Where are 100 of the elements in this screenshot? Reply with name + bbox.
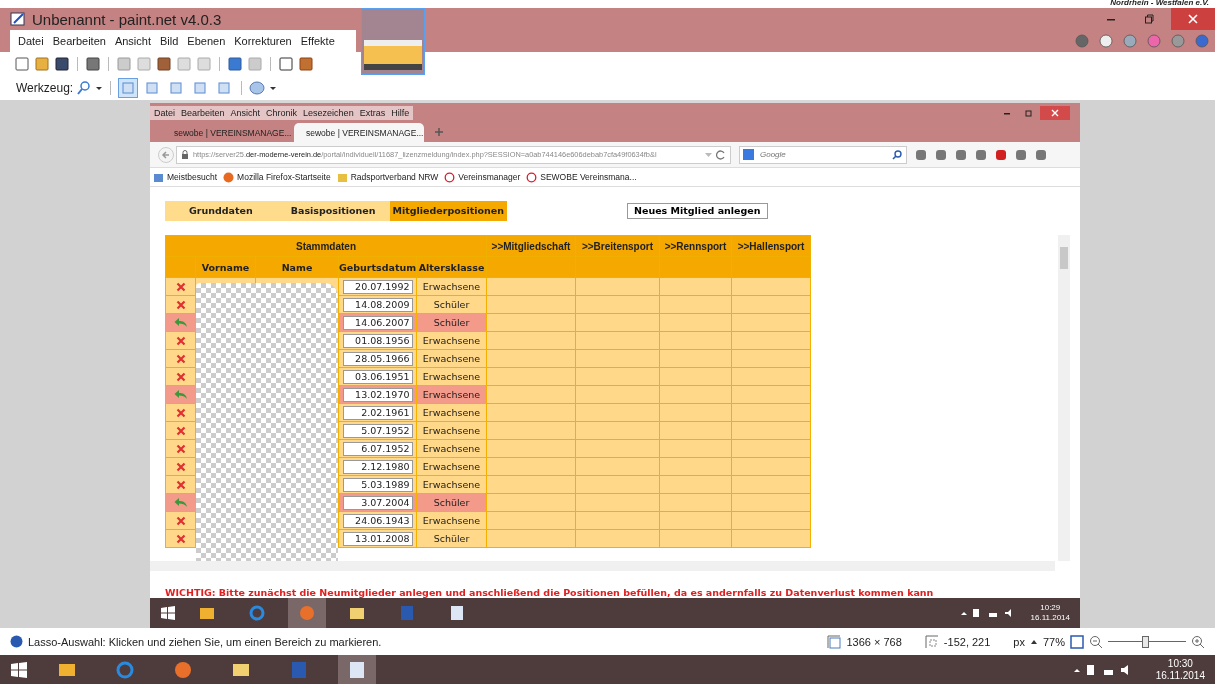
menu-item[interactable]: Lesezeichen <box>303 108 354 118</box>
bookmark-item[interactable]: Mozilla Firefox-Startseite <box>223 171 331 183</box>
birthdate-field[interactable]: 01.08.1956 <box>342 333 413 348</box>
menu-item[interactable]: Datei <box>18 35 44 47</box>
menu-item[interactable]: Extras <box>359 108 386 118</box>
birthdate-field[interactable]: 13.01.2008 <box>342 531 413 546</box>
lock-icon <box>181 150 189 159</box>
taskbar-app[interactable] <box>338 655 376 684</box>
section-header[interactable]: >>Breitensport <box>575 235 660 257</box>
close-button[interactable] <box>1040 106 1070 120</box>
image-thumbnail[interactable] <box>361 8 425 75</box>
section-header[interactable]: >>Rennsport <box>659 235 732 257</box>
zoom-out-icon[interactable] <box>1089 634 1103 649</box>
bookmark-item[interactable]: Vereinsmanager <box>444 171 521 183</box>
bookmark-item[interactable]: Meistbesucht <box>153 171 218 183</box>
selection-mode-button[interactable] <box>118 77 139 98</box>
horizontal-scrollbar[interactable] <box>150 561 1055 571</box>
birthdate-field[interactable]: 14.06.2007 <box>342 315 413 330</box>
back-button[interactable] <box>158 146 174 163</box>
unit-selector[interactable]: px <box>1013 635 1025 648</box>
birthdate-field[interactable]: 14.08.2009 <box>342 297 413 312</box>
birthdate-field[interactable]: 20.07.1992 <box>342 279 413 294</box>
birthdate-field[interactable]: 03.06.1951 <box>342 369 413 384</box>
selection-mode-icon <box>218 81 231 94</box>
section-header[interactable]: >>Mitgliedschaft <box>486 235 576 257</box>
bookmark-item[interactable]: SEWOBE Vereinsmana... <box>526 171 637 183</box>
menu-item[interactable]: Korrekturen <box>234 35 292 47</box>
zoom-slider[interactable] <box>1108 633 1186 650</box>
birthdate-field[interactable]: 24.06.1943 <box>342 513 413 528</box>
warning-text: WICHTIG: Bitte zunächst die Neumitglieder anlegen und anschließend die Positionen befüllen, da es andernfalls zu Datenverlust kommen kann <box>165 587 935 598</box>
start-button[interactable] <box>160 605 176 621</box>
menu-item[interactable]: Datei <box>154 108 175 118</box>
menu-item[interactable]: Bild <box>160 35 179 47</box>
delete-icon[interactable] <box>175 515 186 526</box>
delete-icon[interactable] <box>175 479 186 490</box>
birthdate-field[interactable]: 13.02.1970 <box>342 387 413 402</box>
page-tab[interactable]: Mitgliederpositionen <box>389 200 507 221</box>
delete-icon[interactable] <box>175 425 186 436</box>
clock-date: 16.11.2014 <box>1030 613 1070 623</box>
delete-icon[interactable] <box>175 443 186 454</box>
cursor-position-text: -152, 221 <box>943 635 991 648</box>
new-member-button[interactable]: Neues Mitglied anlegen <box>627 202 768 219</box>
image-size-icon <box>827 634 842 649</box>
close-icon <box>1188 14 1198 24</box>
page-tab[interactable]: Basispositionen <box>262 200 390 221</box>
zoom-tool-icon[interactable] <box>77 80 92 95</box>
selection-mode-icon <box>122 81 135 94</box>
bookmark-item[interactable]: Radsportverband NRW <box>336 171 439 183</box>
new-tab-icon[interactable] <box>434 127 444 137</box>
birthdate-field[interactable]: 2.12.1980 <box>342 459 413 474</box>
selection-mode-icon <box>194 81 207 94</box>
image-size-text: 1366 × 768 <box>846 635 902 648</box>
birthdate-field[interactable]: 2.02.1961 <box>342 405 413 420</box>
delete-icon[interactable] <box>175 533 186 544</box>
zoom-level-text[interactable]: 77% <box>1042 635 1065 648</box>
menu-item[interactable]: Ansicht <box>230 108 261 118</box>
delete-icon[interactable] <box>175 353 186 364</box>
banner-text: Nordrhein - Westfalen e.V. <box>1110 0 1209 8</box>
close-button[interactable] <box>1171 8 1215 30</box>
restore-icon <box>1144 14 1154 24</box>
clock-date: 16.11.2014 <box>1155 669 1205 682</box>
menu-item[interactable]: Chronik <box>266 108 298 118</box>
cursor-position-icon <box>924 634 939 649</box>
menu-item[interactable]: Ebenen <box>187 35 226 47</box>
browser-tab[interactable]: sewobe | VEREINSMANAGE... <box>162 123 292 142</box>
delete-icon[interactable] <box>175 461 186 472</box>
delete-icon[interactable] <box>175 335 186 346</box>
zoom-in-icon[interactable] <box>1191 634 1205 649</box>
birthdate-field[interactable]: 28.05.1966 <box>342 351 413 366</box>
dropdown-icon[interactable] <box>705 151 712 158</box>
selection-mode-icon <box>146 81 159 94</box>
delete-icon[interactable] <box>175 299 186 310</box>
birthdate-field[interactable]: 3.07.2004 <box>342 495 413 510</box>
window-title: Unbenannt - paint.net v4.0.3 <box>32 10 222 28</box>
browser-tab[interactable]: sewobe | VEREINSMANAGE... <box>294 123 424 142</box>
birthdate-field[interactable]: 6.07.1952 <box>342 441 413 456</box>
delete-icon[interactable] <box>175 407 186 418</box>
app-icon <box>10 11 26 27</box>
search-icon[interactable] <box>892 149 902 160</box>
zoom-fit-icon[interactable] <box>1070 634 1084 649</box>
menu-item[interactable]: Ansicht <box>114 35 151 47</box>
column-group-header: Stammdaten <box>165 235 487 257</box>
menu-item[interactable]: Bearbeiten <box>181 108 225 118</box>
vertical-scrollbar[interactable] <box>1058 235 1070 561</box>
reload-icon[interactable] <box>716 149 726 160</box>
delete-icon[interactable] <box>175 281 186 292</box>
birthdate-field[interactable]: 5.03.1989 <box>342 477 413 492</box>
start-button[interactable] <box>10 660 28 679</box>
search-field[interactable]: Google <box>739 145 907 164</box>
birthdate-field[interactable]: 5.07.1952 <box>342 423 413 438</box>
menu-item[interactable]: Bearbeiten <box>52 35 106 47</box>
page-tab[interactable]: Grunddaten <box>165 200 263 221</box>
menu-item[interactable]: Effekte <box>300 35 335 47</box>
section-header[interactable]: >>Hallensport <box>731 235 811 257</box>
ring-icon <box>526 171 538 183</box>
delete-icon[interactable] <box>175 371 186 382</box>
clock-time: 10:30 <box>1167 657 1193 670</box>
antialiasing-icon[interactable] <box>249 80 266 95</box>
ring-icon <box>444 171 456 183</box>
menu-item[interactable]: Hilfe <box>391 108 410 118</box>
